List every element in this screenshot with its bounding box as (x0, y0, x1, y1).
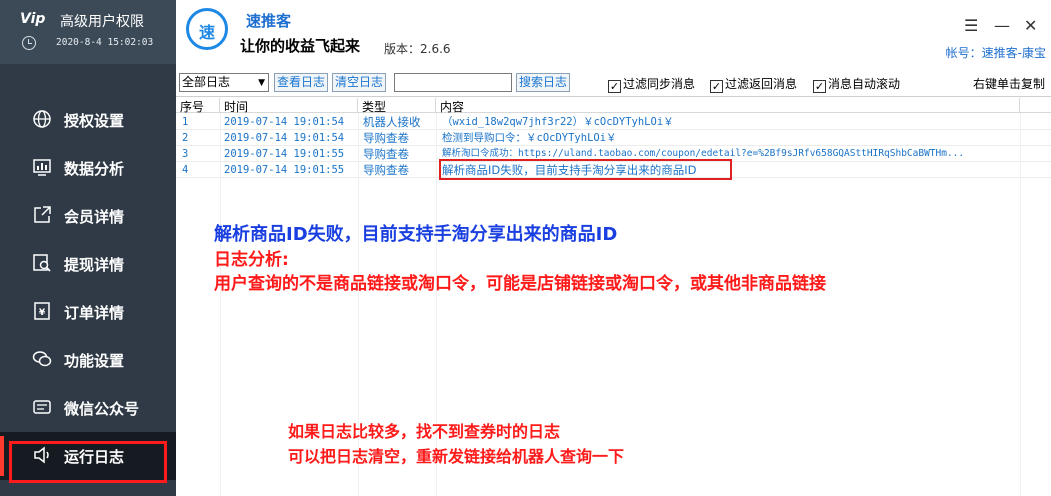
checkbox-checked-icon: ✓ (813, 80, 826, 93)
annotation-error-title: 解析商品ID失败，目前支持手淘分享出来的商品ID (214, 224, 618, 245)
cell-content: 检测到导购口令：￥cOcDYTyhLOi￥ (442, 132, 617, 144)
sidebar-item-data-analysis[interactable]: 数据分析 (0, 144, 176, 192)
row-divider (176, 129, 1051, 130)
sidebar: Vip 高级用户权限 2020-8-4 15:02:03 授权设置 数据分析 会… (0, 0, 176, 496)
checkbox-label: 过滤返回消息 (725, 77, 798, 91)
active-item-highlight-box (9, 441, 167, 483)
column-divider (220, 113, 221, 496)
autoscroll-checkbox[interactable]: ✓ 消息自动滚动 (813, 75, 900, 93)
cell-time: 2019-07-14 19:01:55 (224, 164, 345, 176)
sidebar-item-label: 订单详情 (64, 304, 125, 322)
sidebar-item-label: 提现详情 (64, 256, 125, 274)
clock-icon (22, 36, 36, 50)
column-header-no[interactable]: 序号 (176, 98, 220, 114)
annotation-analysis-heading: 日志分析: (214, 250, 289, 270)
sidebar-item-auth-settings[interactable]: 授权设置 (0, 96, 176, 144)
minimize-icon[interactable]: — (994, 16, 1010, 35)
search-doc-icon (33, 254, 51, 272)
row-divider (176, 145, 1051, 146)
cell-no: 4 (182, 164, 189, 176)
column-divider (1020, 113, 1021, 496)
sidebar-item-label: 微信公众号 (64, 400, 140, 418)
cell-no: 2 (182, 132, 189, 144)
filter-sync-checkbox[interactable]: ✓ 过滤同步消息 (608, 75, 695, 93)
log-toolbar: 全部日志 ▼ 查看日志 清空日志 搜索日志 ✓ 过滤同步消息 ✓ 过滤返回消息 ✓ 消… (176, 64, 1051, 96)
sidebar-item-order-details[interactable]: ¥ 订单详情 (0, 288, 176, 336)
log-filter-value: 全部日志 (182, 75, 231, 89)
error-row-highlight-box (439, 159, 732, 180)
datetime-label: 2020-8-4 15:02:03 (56, 37, 154, 48)
receipt-icon: ¥ (34, 302, 50, 320)
checkbox-checked-icon: ✓ (710, 80, 723, 93)
sidebar-item-feature-settings[interactable]: 功能设置 (0, 336, 176, 384)
cell-type: 机器人接收 (363, 115, 421, 129)
table-row[interactable]: 2 2019-07-14 19:01:54 导购查卷 检测到导购口令：￥cOcD… (176, 130, 1051, 146)
clear-logs-button[interactable]: 清空日志 (332, 73, 387, 92)
column-header-type[interactable]: 类型 (358, 98, 436, 114)
sidebar-item-withdraw-details[interactable]: 提现详情 (0, 240, 176, 288)
checkbox-label: 过滤同步消息 (623, 77, 696, 91)
sidebar-item-label: 会员详情 (64, 208, 125, 226)
cell-type: 导购查卷 (363, 163, 409, 177)
chevron-down-icon: ▼ (258, 78, 265, 88)
table-header: 序号 时间 类型 内容 (176, 97, 1051, 114)
cell-time: 2019-07-14 19:01:54 (224, 116, 345, 128)
version-label: 版本：2.6.6 (384, 42, 451, 56)
column-header-content[interactable]: 内容 (436, 98, 1020, 114)
app-name: 速推客 (246, 12, 292, 30)
user-level-title: 高级用户权限 (60, 14, 144, 30)
globe-icon (33, 110, 51, 128)
log-search-input[interactable] (394, 73, 512, 92)
brand-header: Vip 高级用户权限 2020-8-4 15:02:03 (0, 0, 176, 64)
cell-no: 3 (182, 148, 189, 160)
sidebar-item-label: 数据分析 (64, 160, 125, 178)
chat-icon (32, 351, 52, 367)
vip-logo: Vip (20, 11, 46, 27)
cell-no: 1 (182, 116, 189, 128)
sidebar-item-label: 功能设置 (64, 352, 125, 370)
annotation-tip-line1: 如果日志比较多，找不到查券时的日志 (288, 422, 561, 441)
account-label: 帐号：速推客-康宝 (945, 46, 1046, 60)
view-logs-button[interactable]: 查看日志 (274, 73, 329, 92)
cell-time: 2019-07-14 19:01:55 (224, 148, 345, 160)
active-indicator (0, 436, 4, 476)
close-icon[interactable]: ✕ (1024, 16, 1037, 35)
sidebar-item-member-details[interactable]: 会员详情 (0, 192, 176, 240)
checkbox-label: 消息自动滚动 (828, 77, 901, 91)
menu-icon[interactable]: ☰ (964, 16, 978, 35)
wechat-icon (33, 400, 51, 414)
annotation-tip-line2: 可以把日志清空，重新发链接给机器人查询一下 (288, 447, 625, 466)
log-filter-select[interactable]: 全部日志 ▼ (179, 73, 269, 92)
app-header: 速 速推客 让你的收益飞起来 版本：2.6.6 ☰ — ✕ 帐号：速推客-康宝 (176, 0, 1051, 64)
svg-text:¥: ¥ (39, 308, 46, 318)
app-logo: 速 (186, 8, 228, 50)
chart-icon (33, 159, 51, 176)
table-row[interactable]: 1 2019-07-14 19:01:54 机器人接收 （wxid_18w2qw… (176, 114, 1051, 130)
cell-time: 2019-07-14 19:01:54 (224, 132, 345, 144)
cell-type: 导购查卷 (363, 131, 409, 145)
app-logo-char: 速 (198, 23, 215, 42)
cell-content: （wxid_18w2qw7jhf3r22）￥cOcDYTyhLOi￥ (442, 116, 674, 128)
search-logs-button[interactable]: 搜索日志 (516, 73, 571, 92)
annotation-analysis-text: 用户查询的不是商品链接或淘口令，可能是店铺链接或淘口令，或其他非商品链接 (214, 274, 826, 294)
column-header-time[interactable]: 时间 (220, 98, 358, 114)
sidebar-item-label: 授权设置 (64, 112, 125, 130)
sidebar-item-wechat-official[interactable]: 微信公众号 (0, 384, 176, 432)
checkbox-checked-icon: ✓ (608, 80, 621, 93)
cell-type: 导购查卷 (363, 147, 409, 161)
app-slogan: 让你的收益飞起来 (240, 37, 361, 55)
copy-hint: 右键单击复制 (972, 77, 1045, 91)
filter-return-checkbox[interactable]: ✓ 过滤返回消息 (710, 75, 797, 93)
external-link-icon (34, 206, 51, 223)
